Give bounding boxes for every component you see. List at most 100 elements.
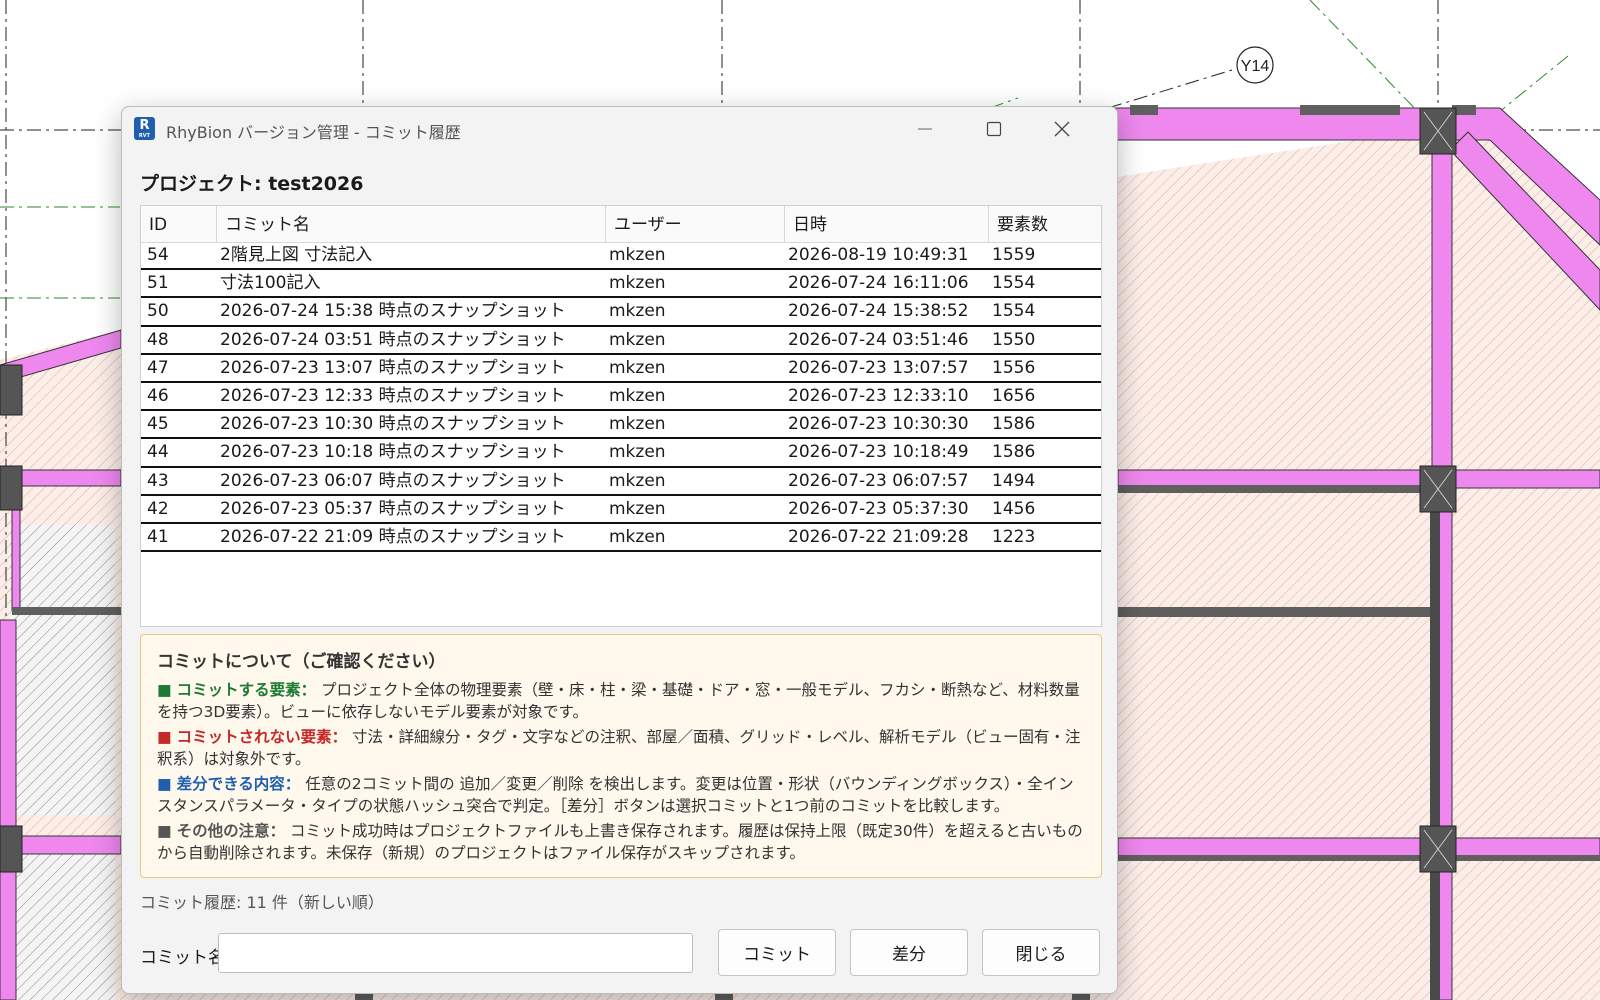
app-icon-letter: R [139,118,150,133]
cell-commit-name: 2026-07-24 15:38 時点のスナップショット [220,301,566,322]
table-row[interactable]: 45 2026-07-23 10:30 時点のスナップショット mkzen 2026-… [141,411,1101,440]
cell-datetime: 2026-08-19 10:49:31 [788,245,969,265]
cell-commit-name: 2026-07-23 12:33 時点のスナップショット [220,385,566,406]
cell-commit-name: 2026-07-23 05:37 時点のスナップショット [220,498,566,519]
cell-id: 46 [147,385,169,406]
project-label: プロジェクト: test2026 [140,173,364,195]
info-item: ■ その他の注意： コミット成功時はプロジェクトファイルも上書き保存されます。履… [157,820,1087,864]
cell-commit-name: 2026-07-22 21:09 時点のスナップショット [220,526,566,547]
window-title: RhyBion バージョン管理 - コミット履歴 [166,123,461,142]
app-icon-subtext: RVT [138,133,151,139]
table-row[interactable]: 43 2026-07-23 06:07 時点のスナップショット mkzen 2026-… [141,468,1101,496]
info-item-label: 差分できる内容： [176,775,301,793]
cell-commit-name: 2026-07-23 13:07 時点のスナップショット [220,357,566,378]
cell-user: mkzen [609,357,666,378]
cell-datetime: 2026-07-23 12:33:10 [788,385,969,406]
cell-user: mkzen [609,442,666,463]
table-header: ID コミット名 ユーザー 日時 要素数 [141,206,1101,243]
commit-history-table[interactable]: ID コミット名 ユーザー 日時 要素数 54 2階見上図 寸法記入 mkzen 20… [140,205,1102,627]
cell-id: 41 [147,526,169,547]
bullet-square-icon: ■ [157,775,172,793]
column-header-datetime[interactable]: 日時 [785,206,989,242]
column-header-element-count[interactable]: 要素数 [989,206,1103,242]
cell-user: mkzen [609,414,666,435]
table-row[interactable]: 44 2026-07-23 10:18 時点のスナップショット mkzen 2026-… [141,439,1101,468]
table-row[interactable]: 54 2階見上図 寸法記入 mkzen 2026-08-19 10:49:31 1559 [141,242,1101,271]
grid-bubble: Y14 [1236,46,1274,84]
revit-app-icon: R RVT [134,117,155,140]
info-title: コミットについて（ご確認ください） [157,652,446,672]
cell-id: 47 [147,357,169,378]
info-item: ■ コミットされない要素： 寸法・詳細線分・タグ・文字などの注釈、部屋／面積、グ… [157,726,1087,770]
column-header-user[interactable]: ユーザー [606,206,785,242]
cell-datetime: 2026-07-23 05:37:30 [788,498,969,519]
cell-id: 44 [147,442,169,463]
table-row[interactable]: 46 2026-07-23 12:33 時点のスナップショット mkzen 2026-… [141,383,1101,412]
close-button[interactable]: 閉じる [982,929,1100,976]
column-header-id[interactable]: ID [141,206,217,242]
svg-text:Y14: Y14 [1241,58,1270,75]
cell-user: mkzen [609,470,666,491]
column-header-commit-name[interactable]: コミット名 [217,206,606,242]
commit-history-dialog: R RVT RhyBion バージョン管理 - コミット履歴 プロジェクト: t… [121,106,1118,994]
cell-id: 50 [147,301,169,322]
cell-id: 42 [147,498,169,519]
cell-element-count: 1550 [992,329,1036,350]
cell-element-count: 1556 [992,357,1036,378]
cell-commit-name: 2026-07-23 10:30 時点のスナップショット [220,414,566,435]
cell-datetime: 2026-07-23 06:07:57 [788,470,969,491]
info-item: ■ コミットする要素： プロジェクト全体の物理要素（壁・床・柱・梁・基礎・ドア・… [157,679,1087,723]
cell-user: mkzen [609,385,666,406]
close-icon [1054,121,1070,137]
diff-button[interactable]: 差分 [850,929,968,976]
cell-commit-name: 2026-07-24 03:51 時点のスナップショット [220,329,566,350]
commit-name-input[interactable] [218,933,693,973]
cell-commit-name: 寸法100記入 [220,273,321,294]
minimize-icon [918,128,932,130]
cell-datetime: 2026-07-23 10:30:30 [788,414,969,435]
history-count: コミット履歴: 11 件（新しい順） [140,893,384,912]
table-row[interactable]: 51 寸法100記入 mkzen 2026-07-24 16:11:06 1554 [141,270,1101,299]
cell-user: mkzen [609,301,666,322]
info-item: ■ 差分できる内容： 任意の2コミット間の 追加／変更／削除 を検出します。変更… [157,773,1087,817]
bullet-square-icon: ■ [157,681,172,699]
cell-element-count: 1586 [992,442,1036,463]
cell-element-count: 1554 [992,273,1036,294]
cell-datetime: 2026-07-23 10:18:49 [788,442,969,463]
cell-element-count: 1656 [992,385,1036,406]
cell-element-count: 1559 [992,245,1036,265]
info-item-label: コミットする要素： [176,681,317,699]
cell-user: mkzen [609,498,666,519]
cell-user: mkzen [609,329,666,350]
commit-button[interactable]: コミット [718,929,836,976]
table-row[interactable]: 47 2026-07-23 13:07 時点のスナップショット mkzen 2026-… [141,355,1101,383]
close-window-button[interactable] [1039,113,1085,145]
cell-datetime: 2026-07-22 21:09:28 [788,526,969,547]
cell-commit-name: 2階見上図 寸法記入 [220,245,373,265]
table-row[interactable]: 48 2026-07-24 03:51 時点のスナップショット mkzen 2026-… [141,327,1101,355]
bullet-square-icon: ■ [157,822,172,840]
cell-element-count: 1586 [992,414,1036,435]
bullet-square-icon: ■ [157,728,172,746]
cell-commit-name: 2026-07-23 06:07 時点のスナップショット [220,470,566,491]
title-bar[interactable]: R RVT RhyBion バージョン管理 - コミット履歴 [122,107,1117,151]
table-body: 54 2階見上図 寸法記入 mkzen 2026-08-19 10:49:31 1559… [141,242,1101,553]
info-item-label: その他の注意： [176,822,286,840]
cell-element-count: 1456 [992,498,1036,519]
cell-id: 43 [147,470,169,491]
minimize-button[interactable] [902,113,948,145]
cell-datetime: 2026-07-24 03:51:46 [788,329,969,350]
info-item-text: コミット成功時はプロジェクトファイルも上書き保存されます。履歴は保持上限（既定3… [157,822,1083,862]
table-row[interactable]: 42 2026-07-23 05:37 時点のスナップショット mkzen 2026-… [141,496,1101,524]
maximize-button[interactable] [971,113,1017,145]
cell-id: 51 [147,273,169,294]
table-row[interactable]: 50 2026-07-24 15:38 時点のスナップショット mkzen 2026-… [141,298,1101,327]
cell-id: 48 [147,329,169,350]
cell-id: 54 [147,245,169,265]
maximize-icon [986,121,1002,137]
table-row[interactable]: 41 2026-07-22 21:09 時点のスナップショット mkzen 2026-… [141,524,1101,553]
cell-id: 45 [147,414,169,435]
commit-info-panel: コミットについて（ご確認ください） ■ コミットする要素： プロジェクト全体の物… [140,634,1102,878]
cell-commit-name: 2026-07-23 10:18 時点のスナップショット [220,442,566,463]
cell-element-count: 1554 [992,301,1036,322]
